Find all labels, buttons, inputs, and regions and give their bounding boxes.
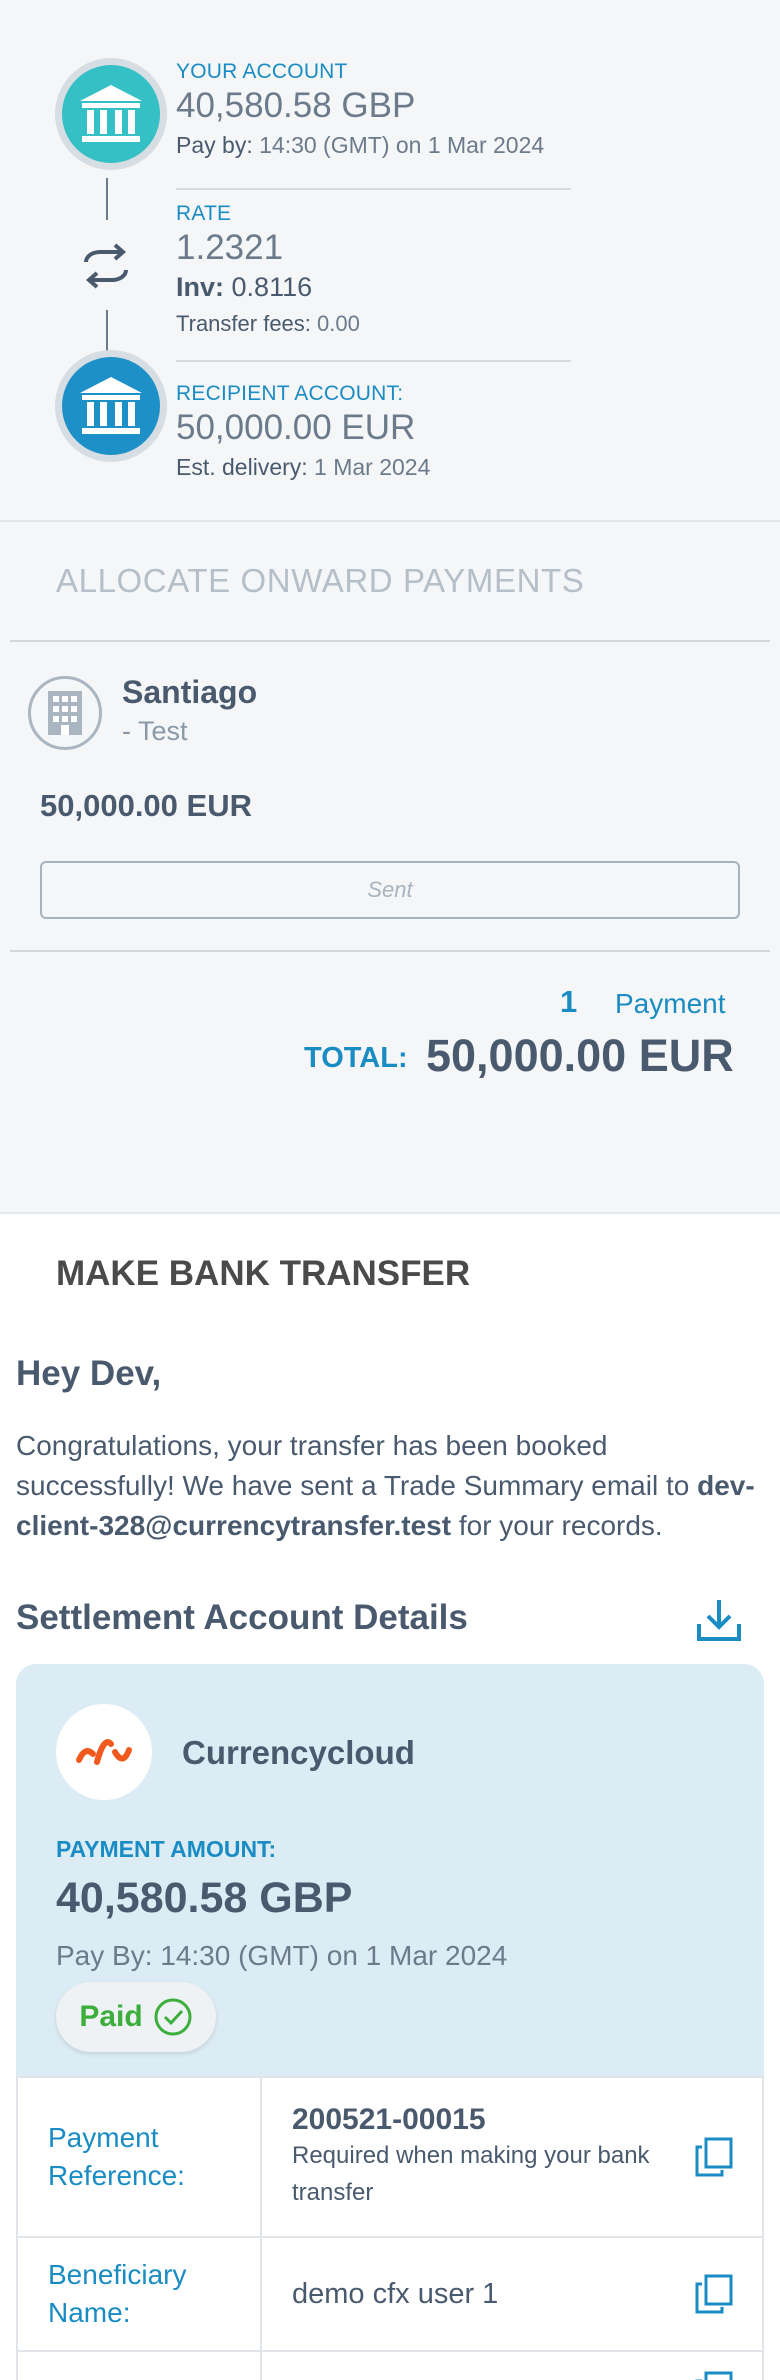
pay-by-label: Pay by: <box>176 132 253 158</box>
payment-amount: 50,000.00 EUR <box>40 788 252 823</box>
section-divider <box>10 950 770 952</box>
recipient-account-amount: 50,000.00 EUR <box>176 408 416 447</box>
table-row <box>18 2350 762 2380</box>
transfer-summary: YOUR ACCOUNT 40,580.58 GBP Pay by: 14:30… <box>0 0 780 520</box>
total-label: TOTAL: <box>304 1042 408 1074</box>
building-icon <box>28 676 102 750</box>
section-divider <box>0 520 780 522</box>
beneficiary-name-cell: demo cfx user 1 <box>262 2238 762 2350</box>
settlement-details-table: Payment Reference: 200521-00015 Required… <box>16 2076 764 2380</box>
copy-icon[interactable] <box>694 2136 734 2178</box>
message-text: Congratulations, your transfer has been … <box>16 1430 698 1501</box>
copy-icon[interactable] <box>694 2370 734 2380</box>
settlement-title: Settlement Account Details <box>16 1598 468 1637</box>
beneficiary-name-value: demo cfx user 1 <box>292 2277 499 2310</box>
recipient-bank-icon <box>55 350 167 462</box>
payment-count-label: Payment <box>615 988 726 1019</box>
table-cell <box>262 2352 762 2380</box>
greeting: Hey Dev, <box>16 1354 162 1393</box>
payee-subtitle: - Test <box>122 716 188 746</box>
inverse-rate: Inv: 0.8116 <box>176 272 571 303</box>
section-divider <box>10 640 770 642</box>
sender-bank-icon <box>55 58 167 170</box>
table-row: Payment Reference: 200521-00015 Required… <box>18 2076 762 2236</box>
recipient-account-label: RECIPIENT ACCOUNT: <box>176 382 404 405</box>
total-value: 50,000.00 EUR <box>426 1030 734 1081</box>
settlement-card: Currencycloud PAYMENT AMOUNT: 40,580.58 … <box>16 1664 764 2076</box>
beneficiary-name-label: Beneficiary Name: <box>18 2238 262 2350</box>
provider-name: Currencycloud <box>182 1734 415 1771</box>
fees-value: 0.00 <box>317 311 360 336</box>
payment-amount-value: 40,580.58 GBP <box>56 1874 353 1922</box>
allocate-title: ALLOCATE ONWARD PAYMENTS <box>56 562 585 599</box>
table-cell <box>18 2352 262 2380</box>
your-account-label: YOUR ACCOUNT <box>176 60 348 83</box>
connector-line <box>106 178 108 220</box>
payment-reference-cell: 200521-00015 Required when making your b… <box>262 2078 762 2236</box>
delivery-label: Est. delivery: <box>176 454 308 480</box>
divider <box>176 188 571 190</box>
your-account-block: YOUR ACCOUNT 40,580.58 GBP Pay by: 14:30… <box>176 60 571 159</box>
divider <box>176 360 571 362</box>
swap-icon <box>84 243 128 289</box>
inv-value: 0.8116 <box>231 272 313 302</box>
copy-icon[interactable] <box>694 2273 734 2315</box>
payment-amount-label: PAYMENT AMOUNT: <box>56 1836 277 1862</box>
your-account-amount: 40,580.58 GBP <box>176 86 416 125</box>
pay-by: Pay by: 14:30 (GMT) on 1 Mar 2024 <box>176 132 571 159</box>
table-row: Beneficiary Name: demo cfx user 1 <box>18 2236 762 2350</box>
settlement-pay-by: Pay By: 14:30 (GMT) on 1 Mar 2024 <box>56 1940 508 1971</box>
payment-count: 1 <box>560 984 578 1019</box>
delivery-value: 1 Mar 2024 <box>314 454 431 480</box>
rate-block: RATE 1.2321 Inv: 0.8116 Transfer fees: 0… <box>176 202 571 337</box>
recipient-account-block: RECIPIENT ACCOUNT: 50,000.00 EUR Est. de… <box>176 382 571 481</box>
download-icon[interactable] <box>694 1596 744 1644</box>
transfer-fees: Transfer fees: 0.00 <box>176 311 571 337</box>
currencycloud-logo <box>56 1704 152 1800</box>
payment-reference-label: Payment Reference: <box>18 2078 262 2236</box>
rate-value: 1.2321 <box>176 228 284 267</box>
payee-name: Santiago <box>122 674 258 710</box>
check-circle-icon <box>154 1998 192 2036</box>
paid-label: Paid <box>79 2000 143 2033</box>
sent-button[interactable]: Sent <box>40 861 740 919</box>
paid-badge: Paid <box>56 1982 216 2052</box>
payment-reference-value: 200521-00015 <box>292 2103 486 2136</box>
fees-label: Transfer fees: <box>176 311 311 336</box>
confirmation-message: Congratulations, your transfer has been … <box>16 1426 764 1546</box>
connector-line <box>106 310 108 352</box>
pay-by-value: 14:30 (GMT) on 1 Mar 2024 <box>259 132 545 158</box>
rate-label: RATE <box>176 202 232 225</box>
est-delivery: Est. delivery: 1 Mar 2024 <box>176 454 571 481</box>
bank-transfer-section: MAKE BANK TRANSFER Hey Dev, Congratulati… <box>0 1212 780 2380</box>
make-bank-transfer-title: MAKE BANK TRANSFER <box>56 1254 471 1293</box>
inv-label: Inv: <box>176 272 225 302</box>
message-text-end: for your records. <box>451 1510 663 1541</box>
payment-reference-note: Required when making your bank transfer <box>292 2142 650 2206</box>
